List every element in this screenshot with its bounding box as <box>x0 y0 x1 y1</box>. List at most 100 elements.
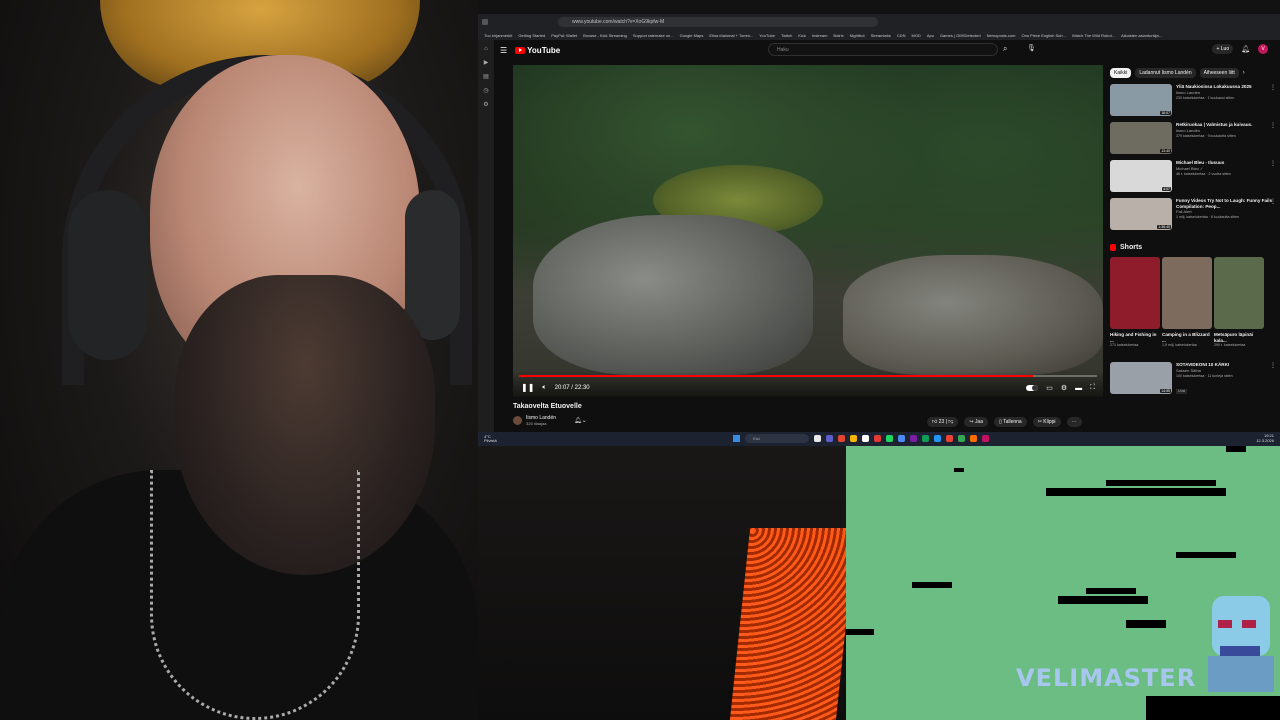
bookmark-item[interactable]: PayPal: Wallet <box>551 33 577 38</box>
more-vert-icon[interactable]: ⋮ <box>1270 122 1276 129</box>
bookmark-item[interactable]: Support ratemake on... <box>633 33 674 38</box>
bookmark-item[interactable]: Browse - Kick Streaming <box>583 33 627 38</box>
bookmark-item[interactable]: CDN <box>897 33 906 38</box>
more-vert-icon[interactable]: ⋮ <box>1270 362 1276 369</box>
video-thumbnail[interactable]: 1:36:40 <box>1110 198 1172 230</box>
settings-icon[interactable]: ⚙ <box>483 101 488 108</box>
short-thumbnail[interactable] <box>1162 257 1212 329</box>
taskbar-app-icon[interactable] <box>898 435 905 442</box>
youtube-logo[interactable]: YouTube <box>515 46 560 55</box>
browser-tab-strip[interactable]: www.youtube.com/watch?v=XoG9kpfw-M <box>478 14 1280 30</box>
bookmark-item[interactable]: Watch The Wild Robot... <box>1072 33 1115 38</box>
new-badge: Uusi <box>1176 388 1188 394</box>
home-icon[interactable]: ⌂ <box>484 46 488 52</box>
short-item[interactable]: Hiking and Fishing in ... 271 katselukert… <box>1110 257 1160 348</box>
history-icon[interactable]: ◷ <box>483 87 488 94</box>
bookmark-item[interactable]: Twitch <box>781 33 792 38</box>
video-thumbnail[interactable]: 16:07 <box>1110 84 1172 116</box>
taskbar-app-icon[interactable] <box>814 435 821 442</box>
menu-icon[interactable]: ☰ <box>500 46 507 55</box>
mic-icon[interactable]: 🎙︎ <box>1027 44 1036 52</box>
like-button[interactable]: 👍︎ 23 | 👎︎ <box>927 417 959 427</box>
taskbar-app-icon[interactable] <box>982 435 989 442</box>
more-vert-icon[interactable]: ⋮ <box>1270 160 1276 167</box>
bookmark-item[interactable]: Games | OBSDetected <box>940 33 981 38</box>
taskbar-app-icon[interactable] <box>850 435 857 442</box>
clip-button[interactable]: ✂ Klippi <box>1032 417 1061 427</box>
tab-icon[interactable] <box>482 19 488 25</box>
taskbar-app-icon[interactable] <box>862 435 869 442</box>
terrain-block <box>1086 588 1136 594</box>
more-vert-icon[interactable]: ⋮ <box>1270 84 1276 91</box>
taskbar-app-icon[interactable] <box>874 435 881 442</box>
taskbar-search[interactable]: Etsi <box>745 434 809 443</box>
video-thumbnail[interactable]: 14:55 <box>1110 362 1172 394</box>
list-item[interactable]: 14:55 SOTAVIDEONI 10 KÄRKI Saksen Sätha … <box>1110 362 1276 394</box>
chip-all[interactable]: Kaikki <box>1110 68 1132 78</box>
subs-icon[interactable]: ▤ <box>483 73 489 80</box>
address-bar[interactable]: www.youtube.com/watch?v=XoG9kpfw-M <box>558 17 878 27</box>
short-item[interactable]: Camping in a Blizzard ... 1,9 milj. katse… <box>1162 257 1212 348</box>
bell-icon[interactable]: 🔔︎ <box>1241 45 1250 53</box>
bookmark-item[interactable]: YouTube <box>759 33 775 38</box>
volume-icon[interactable]: 🔈︎ <box>542 384 546 392</box>
list-item[interactable]: 16:07 Yliä Naukiosissa Lokakuussa 2025 Iis… <box>1110 84 1276 116</box>
taskbar-app-icon[interactable] <box>970 435 977 442</box>
weather-widget[interactable]: 4°C Pilvistä <box>484 435 497 443</box>
bookmark-item[interactable]: Nightbot <box>850 33 865 38</box>
list-item[interactable]: 4:07 Michael Bleu - Ilusuus Michael Bleu ✓… <box>1110 160 1276 192</box>
search-input[interactable]: Haku <box>768 43 998 56</box>
pause-icon[interactable]: ❚❚ <box>521 383 534 392</box>
chip-uploader[interactable]: Ladannut Iismo Landén <box>1135 68 1196 78</box>
bookmark-item[interactable]: Elina Malomal + Tomm... <box>709 33 753 38</box>
create-button[interactable]: + Luo <box>1212 44 1234 54</box>
bookmark-item[interactable]: Kick <box>798 33 806 38</box>
autoplay-toggle[interactable] <box>1026 385 1039 391</box>
chevron-right-icon[interactable]: › <box>1243 70 1245 76</box>
bookmark-item[interactable]: MOD <box>911 33 920 38</box>
share-button[interactable]: ↪ Jaa <box>964 417 988 427</box>
bookmark-item[interactable]: Aikuisten asiantuntija... <box>1121 33 1162 38</box>
bookmark-item[interactable]: Getting Started <box>518 33 545 38</box>
bookmark-item[interactable]: Tuo kirjanmerkit <box>484 33 512 38</box>
taskbar-app-icon[interactable] <box>946 435 953 442</box>
subscribe-bell-icon[interactable]: 🔔︎⌄ <box>574 417 587 424</box>
taskbar-app-icon[interactable] <box>838 435 845 442</box>
more-actions-button[interactable]: ⋯ <box>1066 417 1082 427</box>
shorts-icon[interactable]: ▶ <box>484 59 489 66</box>
list-item[interactable]: 1:36:40 Funny Videos Try Not to Laugh: Fu… <box>1110 198 1276 230</box>
avatar[interactable]: V <box>1258 44 1268 54</box>
more-vert-icon[interactable]: ⋮ <box>1270 198 1276 205</box>
taskbar-app-icon[interactable] <box>958 435 965 442</box>
save-button[interactable]: ▯ Tallenna <box>994 417 1027 427</box>
bookmark-item[interactable]: Nemoposts.com <box>987 33 1016 38</box>
bookmark-item[interactable]: Botrix <box>833 33 843 38</box>
bookmark-item[interactable]: Google Maps <box>680 33 704 38</box>
gear-icon[interactable]: ⚙ <box>1061 384 1067 392</box>
video-player[interactable]: ❚❚ 🔈︎ 20:07 / 22:30 ▭ ⚙ ▬ ⛶ <box>513 65 1103 397</box>
bookmark-item[interactable]: Instream <box>812 33 828 38</box>
bookmark-item[interactable]: Onu Piece English Sub... <box>1021 33 1065 38</box>
taskbar-clock[interactable]: 19:21 12.3.2026 <box>1256 433 1274 443</box>
video-thumbnail[interactable]: 13:40 <box>1110 122 1172 154</box>
theater-icon[interactable]: ▬ <box>1075 385 1082 392</box>
taskbar-app-icon[interactable] <box>886 435 893 442</box>
subtitles-icon[interactable]: ▭ <box>1046 384 1053 392</box>
taskbar-app-icon[interactable] <box>922 435 929 442</box>
bookmark-item[interactable]: Apu <box>927 33 934 38</box>
video-thumbnail[interactable]: 4:07 <box>1110 160 1172 192</box>
short-thumbnail[interactable] <box>1214 257 1264 329</box>
taskbar-app-icon[interactable] <box>826 435 833 442</box>
search-icon[interactable]: ⌕ <box>1003 44 1007 54</box>
bookmark-item[interactable]: Streamlabs <box>871 33 891 38</box>
short-item[interactable]: Metsäpuro läpinäi kala... 290 t. katseluk… <box>1214 257 1264 348</box>
channel-avatar[interactable] <box>513 416 522 425</box>
taskbar-app-icon[interactable] <box>910 435 917 442</box>
progress-bar[interactable] <box>519 375 1097 377</box>
short-thumbnail[interactable] <box>1110 257 1160 329</box>
fullscreen-icon[interactable]: ⛶ <box>1090 384 1095 392</box>
chip-related[interactable]: Aiheeseen liitt <box>1199 68 1239 78</box>
list-item[interactable]: 13:40 Retkiruokaa | Valmistus ja kuivaus.… <box>1110 122 1276 154</box>
windows-start-icon[interactable] <box>733 435 740 442</box>
taskbar-app-icon[interactable] <box>934 435 941 442</box>
